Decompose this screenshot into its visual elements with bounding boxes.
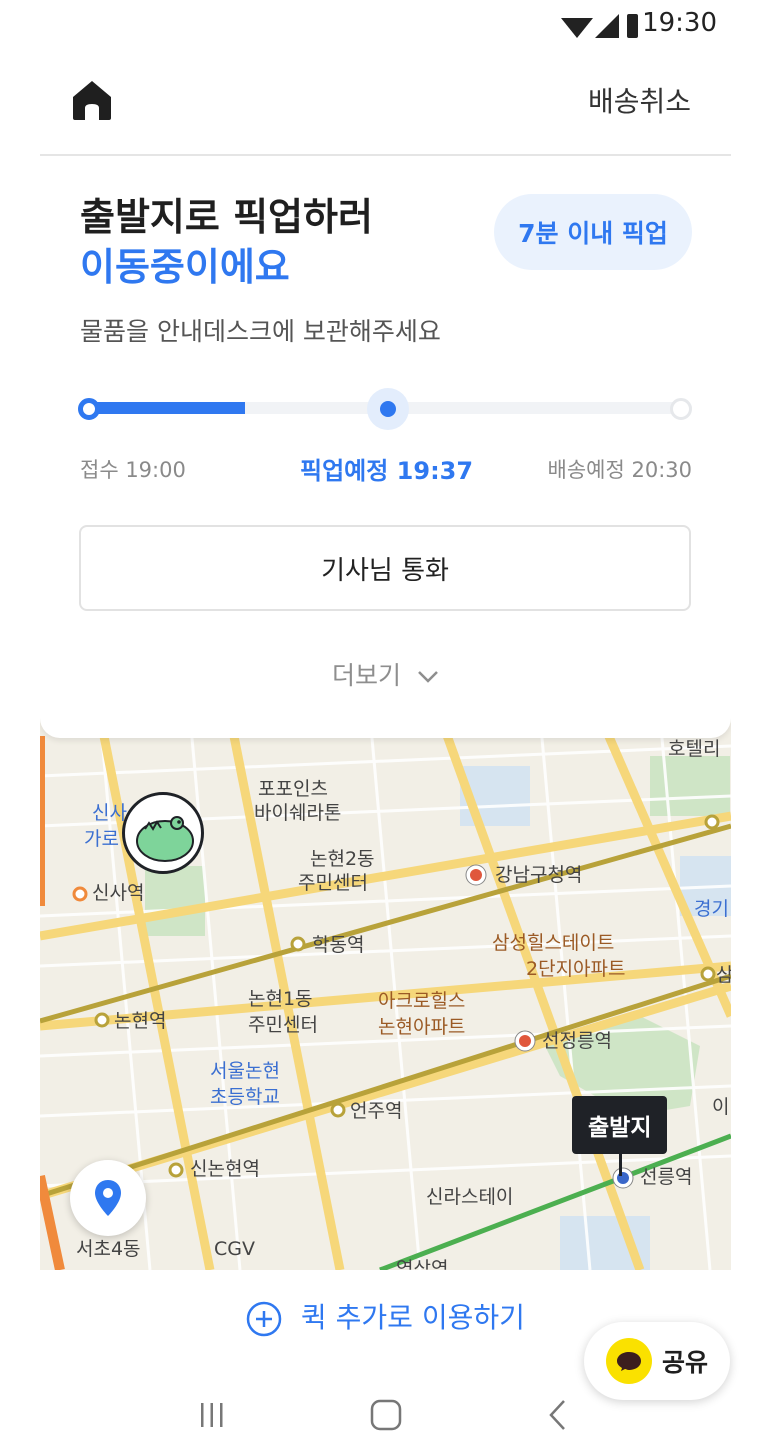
- progress-step-pickup: [380, 401, 396, 417]
- my-location-button[interactable]: [70, 1160, 146, 1236]
- back-chevron-icon: [549, 1400, 565, 1430]
- share-button[interactable]: 공유: [584, 1322, 730, 1400]
- map-label: 논현역: [114, 1010, 167, 1032]
- status-title: 출발지로 픽업하러 이동중이에요: [80, 192, 373, 292]
- system-nav-bar: [0, 1390, 771, 1440]
- map-label: 이: [712, 1096, 730, 1118]
- map-label: 포포인츠: [258, 778, 328, 800]
- status-title-line1: 출발지로 픽업하러: [80, 195, 373, 239]
- wifi-icon: [561, 18, 593, 38]
- status-bar: 19:30: [0, 0, 771, 50]
- plus-circle-icon: [246, 1301, 282, 1337]
- progress-fill: [80, 402, 246, 414]
- pickup-point-marker: 출발지: [572, 1096, 668, 1176]
- map-label: 논현2동: [310, 848, 375, 870]
- received-time-label: 접수 19:00: [80, 458, 186, 482]
- more-label: 더보기: [332, 661, 402, 690]
- map-label: 호텔리: [668, 738, 721, 760]
- map-label: 2단지아파트: [526, 958, 626, 980]
- map-label: 언주역: [350, 1100, 403, 1122]
- map-view[interactable]: 호텔리 포포인츠 바이쉐라톤 신사 가로 논현2동 주민센터 강남구청역 신사역…: [40, 716, 731, 1270]
- map-label: 가로: [84, 828, 119, 850]
- map-label: 선릉역: [640, 1166, 693, 1188]
- map-label: 논현1동: [248, 988, 313, 1010]
- map-label: 주민센터: [298, 872, 368, 894]
- pickup-time-label: 픽업예정 19:37: [300, 457, 474, 485]
- map-label: 선정릉역: [542, 1030, 612, 1052]
- map-label: 신라스테이: [426, 1186, 514, 1208]
- map-label: CGV: [214, 1238, 255, 1260]
- share-label: 공유: [661, 1348, 708, 1377]
- progress-step-received: [78, 398, 100, 420]
- status-time: 19:30: [642, 8, 717, 38]
- map-label: 바이쉐라톤: [254, 802, 342, 824]
- recent-apps-button[interactable]: [182, 1390, 242, 1440]
- dinosaur-avatar-icon: [136, 816, 194, 862]
- recent-apps-icon: [201, 1403, 223, 1427]
- map-label: 논현아파트: [378, 1016, 466, 1038]
- map-label: 삼성힐스테이트: [492, 932, 615, 954]
- home-square-icon: [370, 1399, 402, 1431]
- status-icons: [559, 10, 639, 44]
- map-top-edge: [40, 716, 731, 738]
- progress-step-delivery: [670, 398, 692, 420]
- status-subtitle: 물품을 안내데스크에 보관해주세요: [80, 317, 441, 346]
- pickup-eta-badge: 7분 이내 픽업: [494, 194, 692, 270]
- map-label: 신사역: [92, 882, 145, 904]
- map-label: 경기: [694, 898, 729, 920]
- map-label: 신논현역: [190, 1158, 260, 1180]
- location-pin-icon: [95, 1180, 121, 1216]
- map-label: 서울논현: [210, 1060, 280, 1082]
- kakao-talk-icon: [605, 1338, 652, 1384]
- driver-location-marker: [122, 792, 204, 874]
- header: 배송취소: [40, 60, 731, 156]
- map-label: 주민센터: [248, 1014, 318, 1036]
- map-label: 강남구청역: [495, 864, 583, 886]
- home-icon: [73, 81, 111, 120]
- cancel-delivery-button[interactable]: 배송취소: [588, 80, 691, 120]
- signal-icon: [595, 14, 619, 38]
- call-driver-button[interactable]: 기사님 통화: [79, 525, 691, 611]
- map-label: 서초4동: [76, 1238, 141, 1260]
- map-label: 신사: [92, 802, 127, 824]
- delivery-time-label: 배송예정 20:30: [547, 458, 692, 482]
- more-button[interactable]: 더보기: [0, 656, 771, 692]
- map-label: 역삼역: [396, 1258, 449, 1270]
- chevron-down-icon: [418, 671, 438, 683]
- battery-icon: [627, 14, 638, 38]
- map-label: 삼: [716, 964, 731, 986]
- map-label: 아크로힐스: [378, 990, 466, 1012]
- home-nav-button[interactable]: [356, 1390, 416, 1440]
- map-label: 초등학교: [210, 1086, 280, 1108]
- map-label: 학동역: [312, 934, 365, 956]
- home-button[interactable]: [70, 78, 114, 122]
- status-title-line2: 이동중이에요: [80, 245, 290, 289]
- back-button[interactable]: [528, 1390, 588, 1440]
- add-quick-label: 퀵 추가로 이용하기: [301, 1301, 525, 1334]
